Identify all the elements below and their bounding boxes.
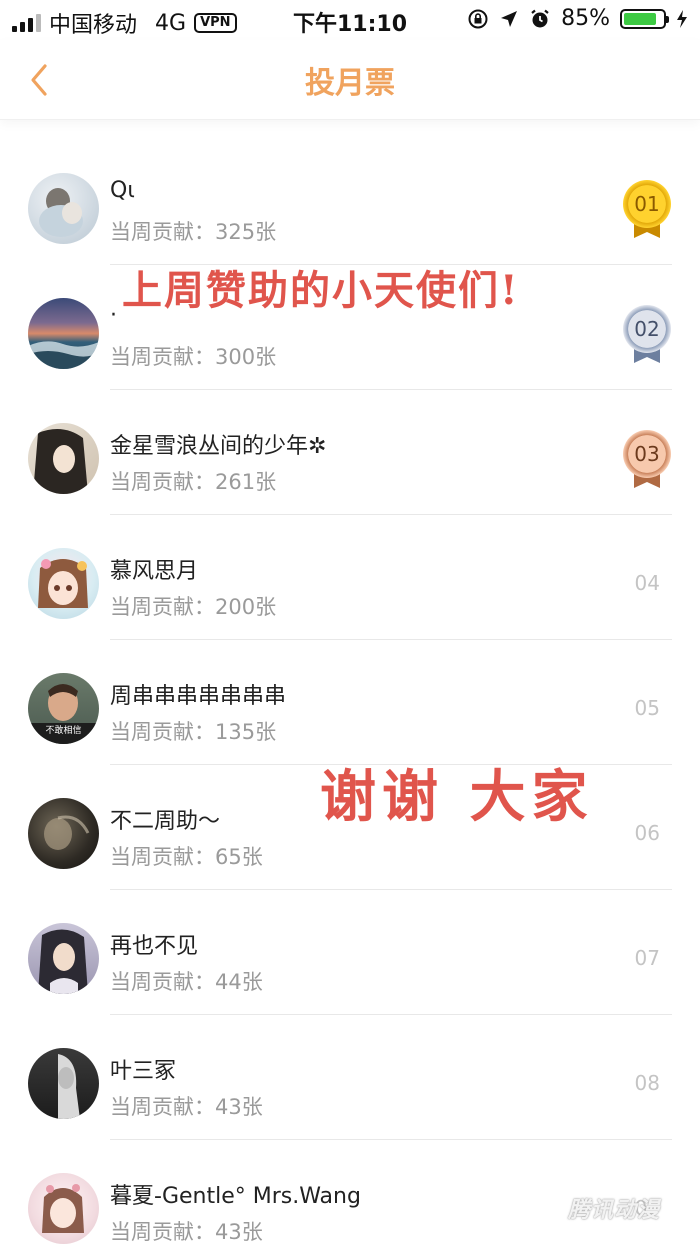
bronze-medal-icon: 03: [622, 430, 672, 488]
battery-percent: 85%: [561, 6, 610, 31]
contribution-count: 当周贡献：43张: [110, 1220, 263, 1244]
contribution-count: 当周贡献：43张: [110, 1095, 263, 1119]
contribution-count: 当周贡献：261张: [110, 470, 277, 494]
battery-icon: [620, 8, 669, 29]
avatar: [28, 548, 99, 619]
rank-number: 04: [634, 571, 660, 595]
user-name: Qι: [110, 178, 135, 203]
rank-number: 02: [623, 305, 671, 353]
contribution-count: 当周贡献：200张: [110, 595, 277, 619]
avatar: [28, 1048, 99, 1119]
rank-number: 08: [634, 1071, 660, 1095]
contribution-count: 当周贡献：44张: [110, 970, 263, 994]
rotation-lock-icon: [468, 9, 488, 28]
avatar: [28, 798, 99, 869]
rank-number: 06: [634, 821, 660, 845]
contribution-count: 当周贡献：300张: [110, 345, 277, 369]
caption-thank-you: 谢谢 大家: [320, 764, 594, 830]
alarm-icon: [531, 9, 549, 27]
gold-medal-icon: 01: [622, 180, 672, 238]
avatar: [28, 923, 99, 994]
user-name: 暮夏-Gentle° Mrs.Wang: [110, 1184, 361, 1209]
user-name: 金星雪浪丛间的少年✲: [110, 434, 327, 459]
rank-number: 03: [623, 430, 671, 478]
silver-medal-icon: 02: [622, 305, 672, 363]
avatar: [28, 298, 99, 369]
watermark-logo: 腾讯动漫: [568, 1198, 661, 1223]
status-right: 85%: [467, 6, 688, 31]
list-item[interactable]: 慕风思月 当周贡献：200张 04: [0, 515, 700, 640]
avatar-caption: 不敢相信: [45, 726, 82, 736]
list-item[interactable]: Qι 当周贡献：325张 01: [0, 140, 700, 265]
avatar: 不敢相信: [28, 673, 99, 744]
user-name: 慕风思月: [110, 559, 199, 584]
user-name: 再也不见: [110, 934, 199, 959]
rank-number: 05: [634, 696, 660, 720]
list-item[interactable]: 金星雪浪丛间的少年✲ 当周贡献：261张 03: [0, 390, 700, 515]
user-name: 周串串串串串串串: [110, 684, 287, 709]
avatar: [28, 173, 99, 244]
avatar: [28, 1173, 99, 1244]
list-item[interactable]: 不敢相信 周串串串串串串串 当周贡献：135张 05: [0, 640, 700, 765]
list-item[interactable]: 再也不见 当周贡献：44张 07: [0, 890, 700, 1015]
contribution-count: 当周贡献：65张: [110, 845, 263, 869]
user-name: ·: [110, 303, 117, 328]
list-item[interactable]: 叶三冢 当周贡献：43张 08: [0, 1015, 700, 1140]
location-icon: [501, 10, 518, 27]
status-bar: 中国移动 4G VPN 下午11:10 85%: [0, 0, 700, 40]
contribution-count: 当周贡献：325张: [110, 220, 277, 244]
user-name: 叶三冢: [110, 1059, 177, 1084]
battery-fill: [624, 12, 657, 25]
user-name: 不二周助～: [110, 809, 221, 834]
contribution-count: 当周贡献：135张: [110, 720, 277, 744]
page-title: 投月票: [305, 66, 395, 101]
charging-icon: [677, 9, 687, 28]
rank-number: 07: [634, 946, 660, 970]
caption-thanks-sponsors: 上周赞助的小天使们!: [122, 267, 520, 314]
avatar: [28, 423, 99, 494]
nav-bar: 投月票: [0, 40, 700, 120]
rank-number: 01: [623, 180, 671, 228]
